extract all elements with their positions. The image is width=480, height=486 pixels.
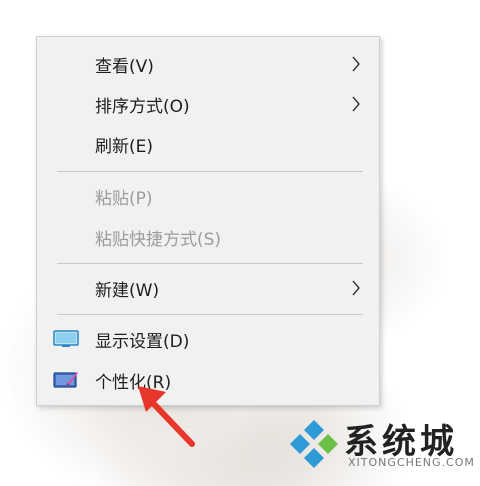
- menu-item-personalize[interactable]: 个性化(R): [37, 363, 379, 397]
- personalize-icon: [53, 372, 78, 388]
- menu-item-label: 排序方式(O): [95, 96, 190, 117]
- chevron-right-icon: [352, 56, 360, 72]
- menu-item-label: 粘贴(P): [95, 188, 153, 209]
- site-watermark: 系统城 XITONGCHENG.COM: [288, 412, 474, 478]
- red-arrow-annotation: [138, 386, 195, 447]
- menu-item-label: 粘贴快捷方式(S): [95, 229, 222, 250]
- menu-item-paste-shortcut[interactable]: 粘贴快捷方式(S): [37, 220, 379, 254]
- menu-item-view[interactable]: 查看(V): [37, 47, 379, 81]
- menu-separator: [57, 171, 363, 172]
- menu-separator: [57, 314, 363, 315]
- menu-separator: [57, 263, 363, 264]
- menu-item-label: 查看(V): [95, 56, 154, 77]
- menu-item-sort-by[interactable]: 排序方式(O): [37, 87, 379, 121]
- display-settings-icon: [53, 330, 79, 347]
- menu-item-new[interactable]: 新建(W): [37, 271, 379, 305]
- menu-item-paste[interactable]: 粘贴(P): [37, 179, 379, 213]
- desktop-context-menu: 查看(V) 排序方式(O) 刷新(E) 粘贴(P) 粘贴快捷方式(S) 新建(W…: [36, 36, 380, 406]
- chevron-right-icon: [352, 280, 360, 296]
- watermark-logo-icon: [290, 420, 338, 468]
- menu-item-refresh[interactable]: 刷新(E): [37, 127, 379, 161]
- menu-item-label: 新建(W): [95, 280, 160, 301]
- menu-item-display-settings[interactable]: 显示设置(D): [37, 322, 379, 356]
- menu-item-label: 刷新(E): [95, 136, 154, 157]
- watermark-site: XITONGCHENG.COM: [348, 456, 475, 469]
- menu-item-label: 显示设置(D): [95, 331, 190, 352]
- chevron-right-icon: [352, 96, 360, 112]
